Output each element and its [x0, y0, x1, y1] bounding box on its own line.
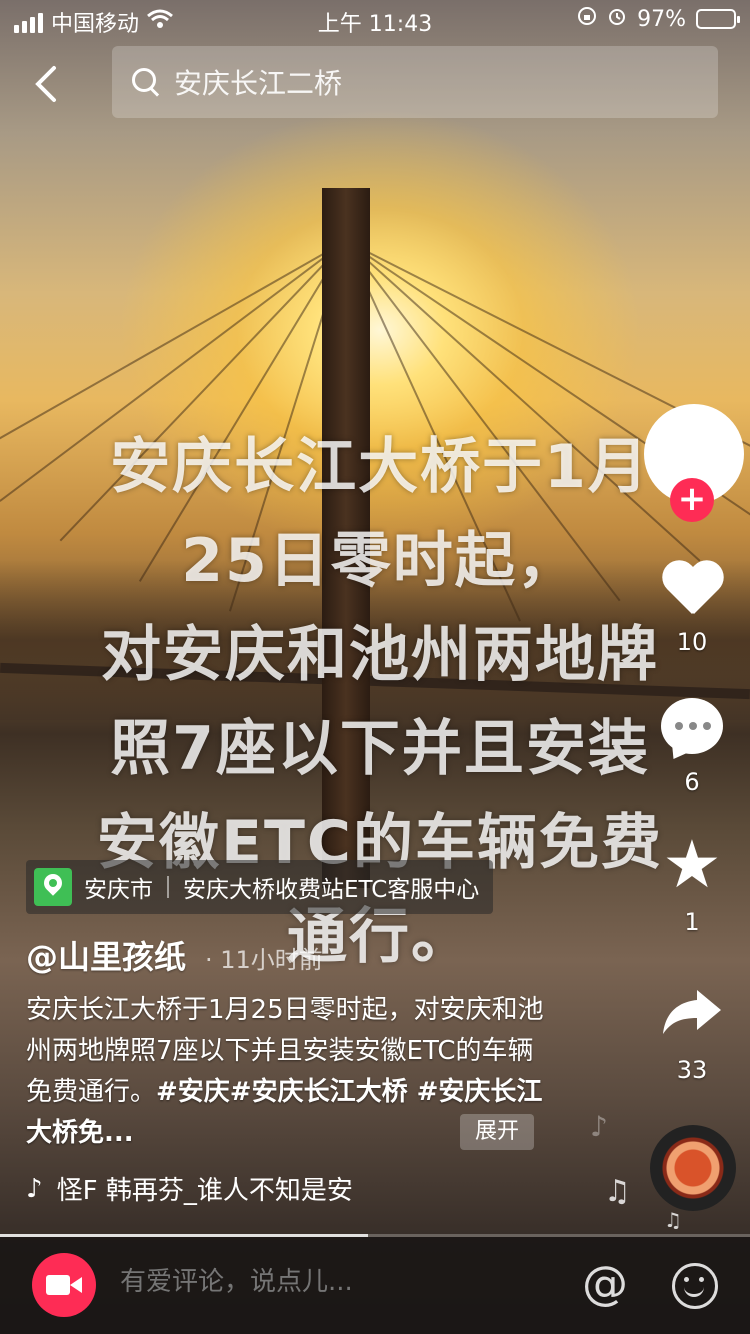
- battery-percent: 97%: [637, 6, 686, 32]
- share-count: 33: [676, 1056, 708, 1084]
- share-button[interactable]: 33: [652, 986, 732, 1084]
- location-city: 安庆市: [84, 877, 153, 903]
- emoji-button[interactable]: [672, 1263, 718, 1309]
- status-right: 97%: [577, 6, 740, 32]
- follow-plus-button[interactable]: +: [670, 478, 714, 522]
- music-row[interactable]: ♪ 怪F 韩再芬_谁人不知是安: [26, 1170, 416, 1207]
- location-pin-icon: [34, 868, 72, 906]
- expand-button[interactable]: 展开: [460, 1114, 534, 1150]
- location-place: 安庆大桥收费站ETC客服中心: [183, 877, 480, 903]
- like-button[interactable]: 10: [652, 556, 732, 656]
- comment-icon: [661, 698, 723, 754]
- floating-note-icon: ♪: [590, 1110, 608, 1143]
- heart-icon: [660, 556, 724, 620]
- comment-input[interactable]: [118, 1266, 522, 1298]
- status-bar: 中国移动 上午 11:43 97%: [0, 0, 750, 40]
- favorite-count: 1: [684, 908, 700, 936]
- alarm-icon: [607, 6, 627, 32]
- tiktok-note-icon: ♪: [26, 1173, 43, 1204]
- mention-button[interactable]: @: [582, 1256, 628, 1310]
- caption-line: 照7座以下并且安装: [110, 714, 650, 784]
- favorite-button[interactable]: ★ 1: [652, 826, 732, 937]
- search-box[interactable]: 安庆长江二桥: [112, 46, 718, 118]
- location-divider: [167, 876, 169, 898]
- search-icon: [132, 68, 160, 96]
- floating-note-icon: ♫: [604, 1174, 631, 1209]
- star-icon: ★: [662, 826, 722, 903]
- search-query: 安庆长江二桥: [174, 67, 343, 100]
- caption-line: 25日零时起，: [181, 526, 579, 596]
- location-tag[interactable]: 安庆市 安庆大桥收费站ETC客服中心: [26, 860, 494, 914]
- like-count: 10: [676, 628, 708, 656]
- caption-line: 对安庆和池州两地牌: [101, 620, 659, 690]
- floating-note-icon: ♫: [664, 1208, 682, 1232]
- rotation-lock-icon: [577, 6, 597, 32]
- post-time: · 11小时前: [205, 946, 323, 974]
- comment-button[interactable]: 6: [652, 698, 732, 796]
- battery-icon: [696, 9, 740, 29]
- author-name[interactable]: @山里孩纸: [26, 932, 186, 978]
- caption-line: 安庆长江大桥于1月: [110, 432, 650, 502]
- comment-count: 6: [684, 768, 700, 796]
- camera-button[interactable]: [32, 1253, 96, 1317]
- share-icon: [661, 986, 723, 1036]
- music-title: 怪F 韩再芬_谁人不知是安: [56, 1176, 353, 1206]
- music-disc[interactable]: [650, 1125, 736, 1211]
- back-button[interactable]: [28, 64, 68, 104]
